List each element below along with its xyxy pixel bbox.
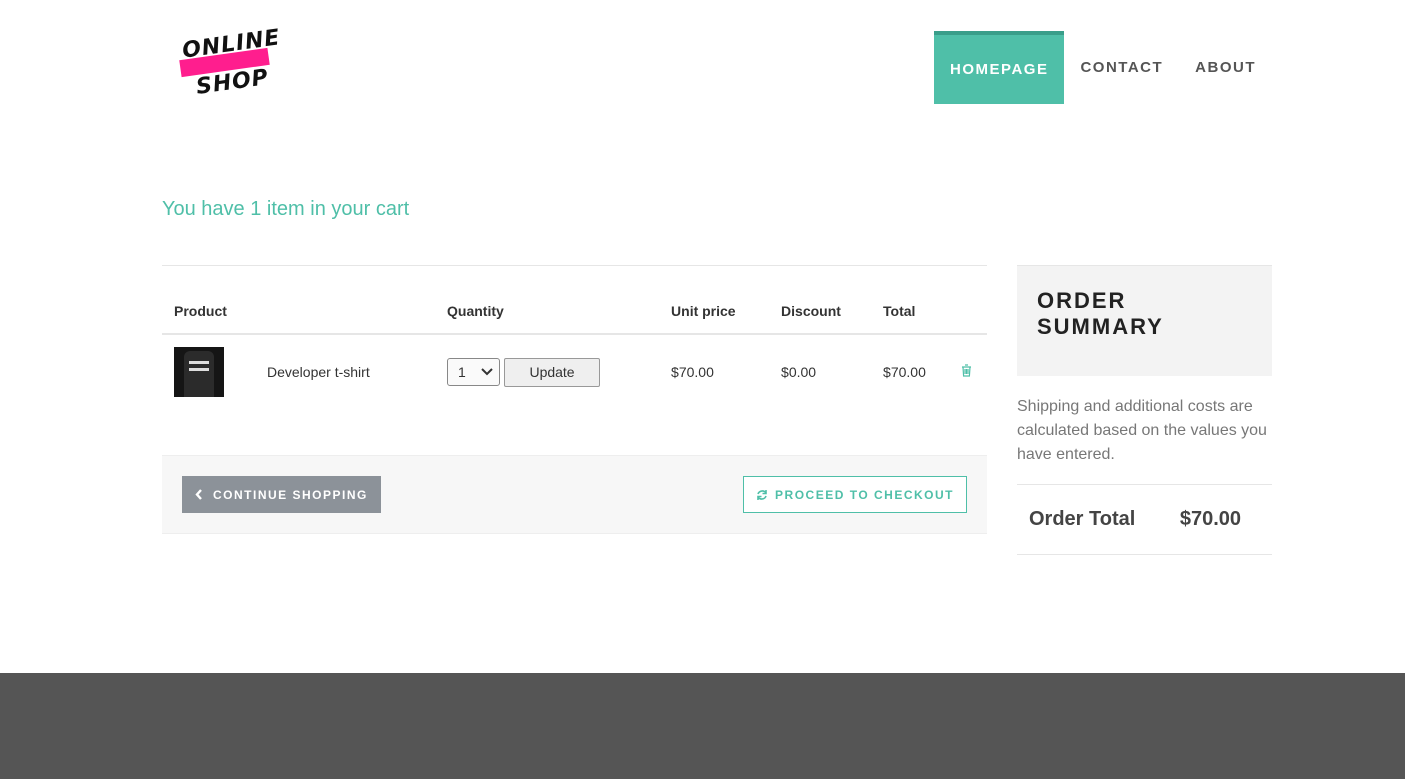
update-button[interactable]: Update <box>504 357 601 387</box>
site-header: ONLINE SHOP HOMEPAGE CONTACT ABOUT <box>0 0 1405 130</box>
nav-about[interactable]: ABOUT <box>1179 31 1272 104</box>
cart-actions: CONTINUE SHOPPING PROCEED TO CHECKOUT <box>162 455 987 534</box>
unit-price: $70.00 <box>671 364 714 380</box>
cart-table: Product Quantity Unit price Discount Tot… <box>162 266 987 409</box>
trash-icon[interactable] <box>961 364 972 377</box>
summary-header: ORDER SUMMARY <box>1017 265 1272 376</box>
cart-table-header: Product Quantity Unit price Discount Tot… <box>162 266 987 335</box>
main-nav: HOMEPAGE CONTACT ABOUT <box>934 31 1272 104</box>
product-name[interactable]: Developer t-shirt <box>255 334 435 409</box>
col-discount: Discount <box>769 266 872 335</box>
col-quantity: Quantity <box>435 266 660 335</box>
chevron-down-icon <box>481 368 493 376</box>
product-image-cell <box>162 334 255 409</box>
nav-homepage[interactable]: HOMEPAGE <box>934 31 1065 104</box>
table-row: Developer t-shirt 1 Update $70.00 $0.00 … <box>162 334 987 409</box>
continue-shopping-button[interactable]: CONTINUE SHOPPING <box>182 476 381 513</box>
order-total-value: $70.00 <box>1179 508 1241 530</box>
site-footer <box>0 673 1405 779</box>
quantity-select[interactable]: 1 <box>447 358 501 386</box>
remove-cell <box>949 334 987 409</box>
col-actions <box>949 266 987 335</box>
order-total-row: Order Total $70.00 <box>1017 485 1272 555</box>
quantity-cell: 1 Update <box>435 334 659 409</box>
proceed-to-checkout-button[interactable]: PROCEED TO CHECKOUT <box>743 476 967 513</box>
tshirt-thumbnail[interactable] <box>174 347 224 397</box>
checkout-label: PROCEED TO CHECKOUT <box>775 487 954 502</box>
summary-note: Shipping and additional costs are calcul… <box>1017 376 1272 485</box>
product-name-text[interactable]: Developer t-shirt <box>267 364 370 380</box>
cart-heading: You have 1 item in your cart <box>162 198 410 220</box>
cart-panel: Product Quantity Unit price Discount Tot… <box>162 265 987 534</box>
col-unit-price: Unit price <box>659 266 770 335</box>
continue-shopping-label: CONTINUE SHOPPING <box>213 487 368 502</box>
discount: $0.00 <box>781 364 817 380</box>
col-total: Total <box>871 266 950 335</box>
refresh-icon <box>757 489 767 500</box>
shirt-shape <box>184 351 214 397</box>
summary-title: ORDER SUMMARY <box>1037 288 1164 339</box>
chevron-left-icon <box>195 489 202 500</box>
shop-logo[interactable]: ONLINE SHOP <box>176 25 282 102</box>
col-product: Product <box>162 266 436 335</box>
shirt-print <box>189 361 209 371</box>
order-summary: ORDER SUMMARY Shipping and additional co… <box>1017 265 1272 555</box>
order-total-label: Order Total <box>1029 508 1136 530</box>
quantity-value: 1 <box>458 364 466 380</box>
nav-contact[interactable]: CONTACT <box>1064 31 1179 104</box>
row-total: $70.00 <box>883 364 926 380</box>
